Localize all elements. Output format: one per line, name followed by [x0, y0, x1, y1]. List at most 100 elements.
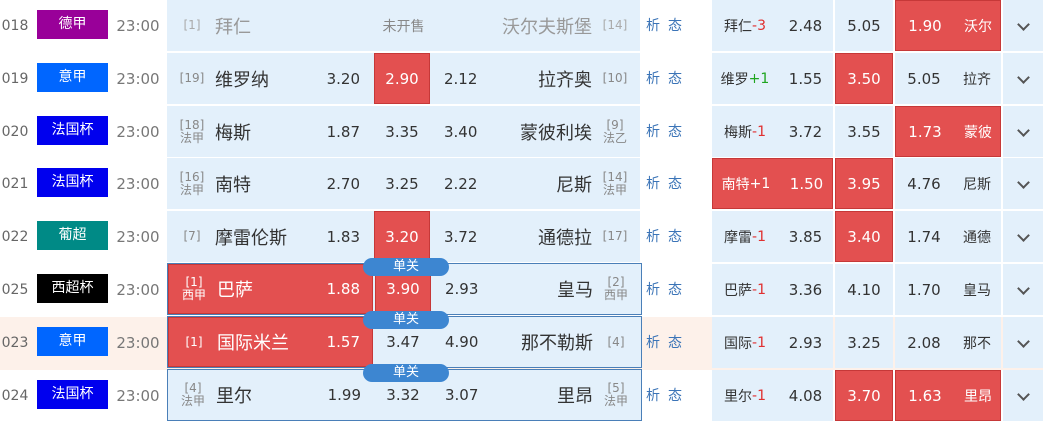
- rank-text: [10]: [602, 71, 628, 85]
- handicap-away-team: 通德: [963, 229, 991, 246]
- handicap-home-option[interactable]: 维罗 +1 1.55: [712, 53, 833, 104]
- single-bet-tag: 单关: [363, 311, 449, 329]
- odds-panel: [18] 法甲 梅斯 1.87 3.35 3.40 蒙彼利埃 [9] 法乙: [167, 106, 640, 157]
- away-cell: [14] 沃尔夫斯堡: [432, 0, 640, 51]
- handicap-value: +1: [749, 175, 771, 192]
- trend-link[interactable]: 态: [668, 282, 682, 298]
- handicap-home-option[interactable]: 巴萨 -1 3.36: [712, 264, 833, 315]
- home-win-option[interactable]: [1] 国际米兰 1.57: [168, 317, 373, 367]
- handicap-draw-option[interactable]: 3.40: [835, 211, 893, 262]
- expand-button[interactable]: [1003, 370, 1043, 421]
- trend-link[interactable]: 态: [668, 18, 682, 34]
- handicap-draw-option[interactable]: 3.55: [835, 106, 893, 157]
- handicap-away-option[interactable]: 2.08 那不: [895, 317, 1001, 368]
- trend-link[interactable]: 态: [668, 124, 682, 140]
- analysis-link[interactable]: 析: [646, 388, 660, 404]
- home-win-option[interactable]: [4] 法甲 里尔 1.99: [168, 370, 373, 420]
- home-odds: 1.57: [326, 333, 360, 351]
- handicap-draw-option[interactable]: 3.95: [835, 158, 893, 209]
- handicap-away-odds: 1.74: [907, 227, 941, 246]
- handicap-value: -1: [752, 387, 766, 404]
- expand-button[interactable]: [1003, 106, 1043, 157]
- handicap-draw-odds: 3.50: [847, 69, 881, 88]
- analysis-link[interactable]: 析: [646, 176, 660, 192]
- home-win-option[interactable]: [19] 维罗纳 3.20: [167, 53, 372, 104]
- trend-link[interactable]: 态: [668, 335, 682, 351]
- home-win-option[interactable]: [7] 摩雷伦斯 1.83: [167, 211, 372, 262]
- draw-option[interactable]: 2.90: [374, 53, 430, 104]
- handicap-home-odds: 2.48: [788, 16, 823, 35]
- rank-text: 西甲: [603, 288, 628, 302]
- league-badge: 法国杯: [37, 116, 108, 145]
- handicap-away-option[interactable]: 1.70 皇马: [895, 264, 1001, 315]
- handicap-away-option[interactable]: 1.63 里昂: [895, 370, 1001, 421]
- handicap-home-option[interactable]: 梅斯 -1 3.72: [712, 106, 833, 157]
- expand-button[interactable]: [1003, 317, 1043, 368]
- handicap-home-option[interactable]: 摩雷 -1 3.85: [712, 211, 833, 262]
- league-badge: 意甲: [37, 63, 108, 92]
- league-badge: 西超杯: [37, 274, 108, 303]
- away-odds: 2.12: [444, 69, 478, 88]
- draw-option[interactable]: 3.25: [374, 158, 430, 209]
- home-rank: [1]: [179, 318, 209, 366]
- expand-button[interactable]: [1003, 264, 1043, 315]
- handicap-away-option[interactable]: 4.76 尼斯: [895, 158, 1001, 209]
- home-win-option[interactable]: [18] 法甲 梅斯 1.87: [167, 106, 372, 157]
- handicap-away-option[interactable]: 1.74 通德: [895, 211, 1001, 262]
- handicap-team: 拜仁: [724, 18, 753, 35]
- kickoff-time: 23:00: [116, 281, 160, 299]
- match-number: 025: [1, 282, 29, 298]
- handicap-away-team: 拉齐: [963, 71, 991, 88]
- trend-link[interactable]: 态: [668, 176, 682, 192]
- handicap-value: -3: [752, 17, 766, 34]
- handicap-draw-option[interactable]: 3.70: [835, 370, 893, 421]
- handicap-away-option[interactable]: 5.05 拉齐: [895, 53, 1001, 104]
- away-rank: [17]: [600, 211, 630, 262]
- draw-option[interactable]: 3.35: [374, 106, 430, 157]
- away-win-option[interactable]: 3.40 蒙彼利埃 [9] 法乙: [432, 106, 640, 157]
- trend-link[interactable]: 态: [668, 229, 682, 245]
- handicap-label: 巴萨 -1: [712, 264, 778, 315]
- expand-button[interactable]: [1003, 211, 1043, 262]
- home-win-option[interactable]: [16] 法甲 南特 2.70: [167, 158, 372, 209]
- handicap-draw-option[interactable]: 4.10: [835, 264, 893, 315]
- analysis-link[interactable]: 析: [646, 18, 660, 34]
- handicap-home-option[interactable]: 南特 +1 1.50: [712, 158, 833, 209]
- single-bet-tag: 单关: [363, 364, 449, 382]
- expand-button[interactable]: [1003, 0, 1043, 51]
- handicap-team: 维罗: [720, 71, 749, 88]
- handicap-draw-option[interactable]: 5.05: [835, 0, 893, 51]
- analysis-link[interactable]: 析: [646, 335, 660, 351]
- away-rank: [9] 法乙: [600, 106, 630, 157]
- handicap-away-option[interactable]: 1.73 蒙彼: [895, 106, 1001, 157]
- trend-link[interactable]: 态: [668, 71, 682, 87]
- home-team-name: 里尔: [216, 386, 252, 407]
- away-win-option[interactable]: 2.22 尼斯 [14] 法甲: [432, 158, 640, 209]
- expand-button[interactable]: [1003, 53, 1043, 104]
- handicap-label: 国际 -1: [712, 317, 778, 368]
- analysis-link[interactable]: 析: [646, 124, 660, 140]
- rank-text: 法甲: [180, 394, 205, 408]
- handicap-home-option[interactable]: 里尔 -1 4.08: [712, 370, 833, 421]
- handicap-draw-option[interactable]: 3.25: [835, 317, 893, 368]
- draw-option[interactable]: 3.20: [374, 211, 430, 262]
- away-win-option[interactable]: 2.93 皇马 [2] 西甲: [433, 264, 641, 314]
- analysis-link[interactable]: 析: [646, 229, 660, 245]
- away-win-option[interactable]: 3.72 通德拉 [17]: [432, 211, 640, 262]
- handicap-value: -1: [752, 228, 766, 245]
- handicap-away-option[interactable]: 1.90 沃尔: [895, 0, 1001, 51]
- analysis-link[interactable]: 析: [646, 282, 660, 298]
- expand-button[interactable]: [1003, 158, 1043, 209]
- home-win-option[interactable]: [1] 西甲 巴萨 1.88: [168, 264, 373, 314]
- away-win-option[interactable]: 2.12 拉齐奥 [10]: [432, 53, 640, 104]
- trend-link[interactable]: 态: [668, 388, 682, 404]
- handicap-home-option[interactable]: 拜仁 -3 2.48: [712, 0, 833, 51]
- away-win-option[interactable]: 4.90 那不勒斯 [4]: [433, 317, 641, 367]
- chevron-down-icon: [1016, 175, 1030, 189]
- handicap-home-option[interactable]: 国际 -1 2.93: [712, 317, 833, 368]
- away-win-option[interactable]: 3.07 里昂 [5] 法甲: [433, 370, 641, 420]
- handicap-draw-option[interactable]: 3.50: [835, 53, 893, 104]
- analysis-link[interactable]: 析: [646, 71, 660, 87]
- match-number: 024: [1, 388, 29, 404]
- match-row: 019 意甲 23:00 [19] 维罗纳 3.20 2.90 2.12 拉齐奥 [10] 析态维罗…: [0, 53, 1043, 106]
